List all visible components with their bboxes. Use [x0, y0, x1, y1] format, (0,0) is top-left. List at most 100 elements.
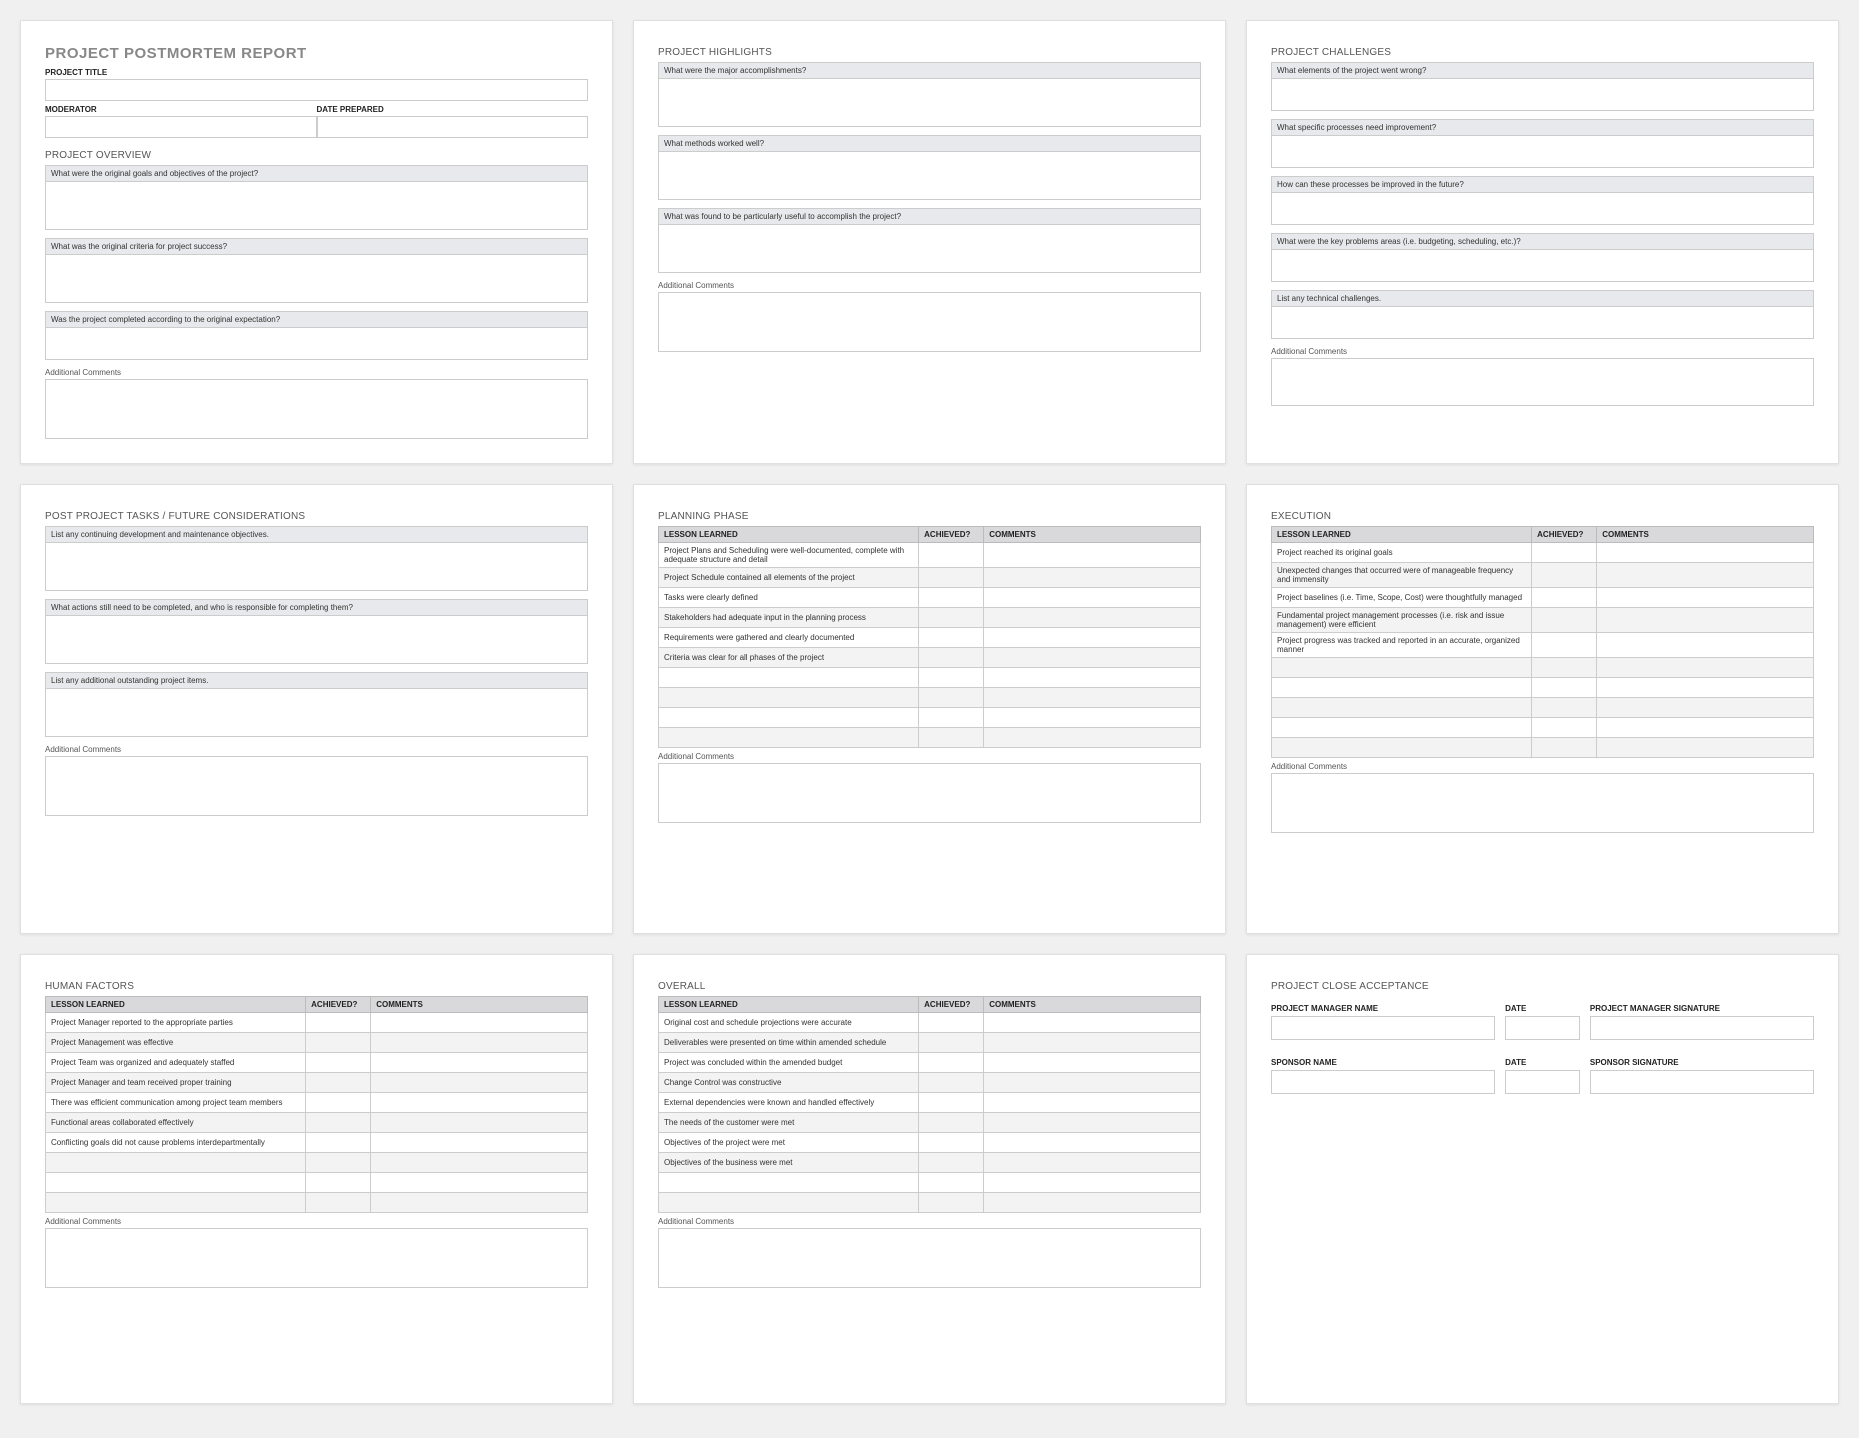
comments-cell[interactable] — [371, 1173, 588, 1193]
achieved-cell[interactable] — [919, 608, 984, 628]
comments-cell[interactable] — [1597, 738, 1814, 758]
comments-cell[interactable] — [371, 1153, 588, 1173]
comments-cell[interactable] — [984, 1193, 1201, 1213]
comments-cell[interactable] — [984, 568, 1201, 588]
sp-date-input[interactable] — [1505, 1070, 1580, 1094]
overview-q1-answer[interactable] — [46, 182, 588, 230]
achieved-cell[interactable] — [919, 1033, 984, 1053]
comments-cell[interactable] — [984, 1033, 1201, 1053]
achieved-cell[interactable] — [1532, 738, 1597, 758]
achieved-cell[interactable] — [919, 1113, 984, 1133]
planning-comments-box[interactable] — [658, 763, 1201, 823]
comments-cell[interactable] — [1597, 718, 1814, 738]
comments-cell[interactable] — [1597, 588, 1814, 608]
achieved-cell[interactable] — [1532, 658, 1597, 678]
achieved-cell[interactable] — [919, 1153, 984, 1173]
comments-cell[interactable] — [371, 1053, 588, 1073]
comments-cell[interactable] — [984, 728, 1201, 748]
highlights-q2-answer[interactable] — [659, 152, 1201, 200]
challenges-q4-answer[interactable] — [1272, 250, 1814, 282]
challenges-q1-answer[interactable] — [1272, 79, 1814, 111]
comments-cell[interactable] — [984, 588, 1201, 608]
comments-cell[interactable] — [371, 1013, 588, 1033]
highlights-comments-box[interactable] — [658, 292, 1201, 352]
achieved-cell[interactable] — [1532, 588, 1597, 608]
achieved-cell[interactable] — [306, 1013, 371, 1033]
achieved-cell[interactable] — [919, 1093, 984, 1113]
comments-cell[interactable] — [984, 688, 1201, 708]
achieved-cell[interactable] — [919, 588, 984, 608]
highlights-q1-answer[interactable] — [659, 79, 1201, 127]
date-prepared-input[interactable] — [317, 116, 589, 138]
challenges-q5-answer[interactable] — [1272, 307, 1814, 339]
moderator-input[interactable] — [45, 116, 317, 138]
challenges-q2-answer[interactable] — [1272, 136, 1814, 168]
achieved-cell[interactable] — [1532, 718, 1597, 738]
post-q3-answer[interactable] — [46, 689, 588, 737]
achieved-cell[interactable] — [306, 1033, 371, 1053]
comments-cell[interactable] — [984, 1153, 1201, 1173]
comments-cell[interactable] — [984, 648, 1201, 668]
achieved-cell[interactable] — [919, 1133, 984, 1153]
achieved-cell[interactable] — [1532, 563, 1597, 588]
comments-cell[interactable] — [371, 1073, 588, 1093]
achieved-cell[interactable] — [306, 1113, 371, 1133]
achieved-cell[interactable] — [919, 1013, 984, 1033]
post-q2-answer[interactable] — [46, 616, 588, 664]
comments-cell[interactable] — [984, 708, 1201, 728]
comments-cell[interactable] — [984, 1133, 1201, 1153]
sp-name-input[interactable] — [1271, 1070, 1495, 1094]
comments-cell[interactable] — [1597, 698, 1814, 718]
comments-cell[interactable] — [1597, 658, 1814, 678]
comments-cell[interactable] — [1597, 633, 1814, 658]
achieved-cell[interactable] — [1532, 678, 1597, 698]
comments-cell[interactable] — [371, 1093, 588, 1113]
post-comments-box[interactable] — [45, 756, 588, 816]
achieved-cell[interactable] — [306, 1133, 371, 1153]
achieved-cell[interactable] — [306, 1173, 371, 1193]
achieved-cell[interactable] — [919, 568, 984, 588]
achieved-cell[interactable] — [919, 728, 984, 748]
comments-cell[interactable] — [984, 1173, 1201, 1193]
overview-q3-answer[interactable] — [46, 328, 588, 360]
achieved-cell[interactable] — [1532, 633, 1597, 658]
achieved-cell[interactable] — [919, 708, 984, 728]
achieved-cell[interactable] — [1532, 543, 1597, 563]
achieved-cell[interactable] — [919, 1073, 984, 1093]
pm-sig-input[interactable] — [1590, 1016, 1814, 1040]
comments-cell[interactable] — [371, 1033, 588, 1053]
achieved-cell[interactable] — [919, 628, 984, 648]
achieved-cell[interactable] — [919, 1193, 984, 1213]
comments-cell[interactable] — [984, 1093, 1201, 1113]
pm-date-input[interactable] — [1505, 1016, 1580, 1040]
highlights-q3-answer[interactable] — [659, 225, 1201, 273]
achieved-cell[interactable] — [919, 688, 984, 708]
comments-cell[interactable] — [984, 608, 1201, 628]
comments-cell[interactable] — [371, 1113, 588, 1133]
comments-cell[interactable] — [984, 628, 1201, 648]
challenges-q3-answer[interactable] — [1272, 193, 1814, 225]
achieved-cell[interactable] — [306, 1193, 371, 1213]
post-q1-answer[interactable] — [46, 543, 588, 591]
project-title-input[interactable] — [45, 79, 588, 101]
comments-cell[interactable] — [984, 1013, 1201, 1033]
achieved-cell[interactable] — [1532, 698, 1597, 718]
achieved-cell[interactable] — [306, 1073, 371, 1093]
sp-sig-input[interactable] — [1590, 1070, 1814, 1094]
achieved-cell[interactable] — [306, 1053, 371, 1073]
achieved-cell[interactable] — [919, 543, 984, 568]
comments-cell[interactable] — [984, 1113, 1201, 1133]
overview-q2-answer[interactable] — [46, 255, 588, 303]
comments-cell[interactable] — [984, 1073, 1201, 1093]
achieved-cell[interactable] — [306, 1153, 371, 1173]
achieved-cell[interactable] — [919, 1173, 984, 1193]
execution-comments-box[interactable] — [1271, 773, 1814, 833]
comments-cell[interactable] — [371, 1133, 588, 1153]
achieved-cell[interactable] — [306, 1093, 371, 1113]
human-comments-box[interactable] — [45, 1228, 588, 1288]
achieved-cell[interactable] — [919, 1053, 984, 1073]
comments-cell[interactable] — [1597, 678, 1814, 698]
comments-cell[interactable] — [984, 543, 1201, 568]
achieved-cell[interactable] — [919, 668, 984, 688]
comments-cell[interactable] — [1597, 608, 1814, 633]
